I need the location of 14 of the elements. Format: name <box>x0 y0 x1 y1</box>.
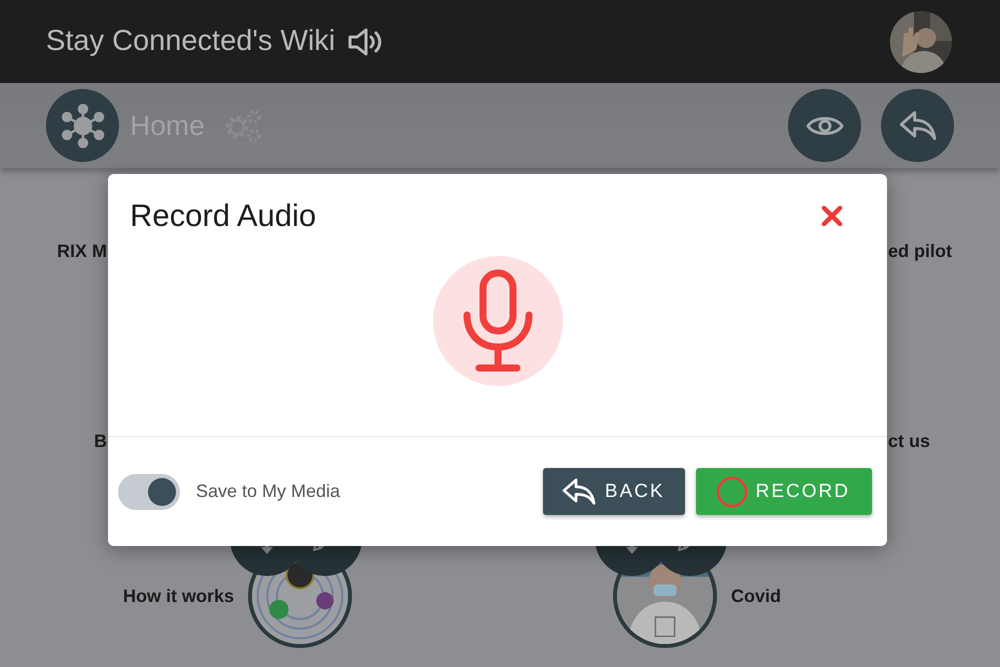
record-button[interactable]: RECORD <box>696 468 872 515</box>
toggle-switch[interactable] <box>118 474 180 510</box>
back-button[interactable]: BACK <box>542 468 685 515</box>
tile-label[interactable]: B <box>94 430 107 452</box>
tile-label[interactable]: How it works <box>122 586 234 606</box>
tile-label[interactable]: ed pilot <box>888 240 952 262</box>
dialog-title: Record Audio <box>130 198 316 234</box>
toggle-label: Save to My Media <box>196 481 340 502</box>
record-icon <box>716 476 748 508</box>
tile-label[interactable]: Covid <box>731 586 782 606</box>
hub-icon <box>60 104 104 148</box>
app-title: Stay Connected's Wiki <box>46 25 336 58</box>
tile-label[interactable]: ct us <box>888 430 930 452</box>
tile-label[interactable]: RIX M <box>56 240 107 262</box>
